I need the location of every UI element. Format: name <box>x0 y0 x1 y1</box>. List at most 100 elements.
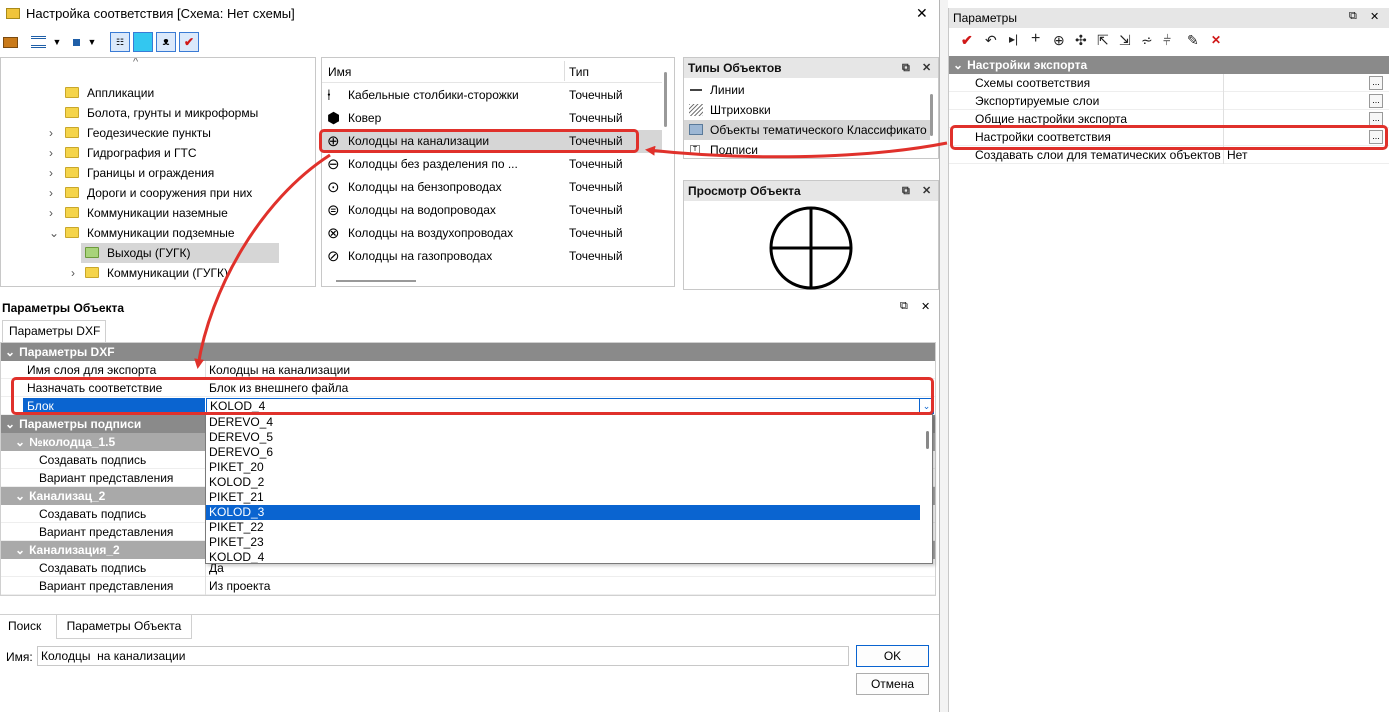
expand-icon[interactable]: › <box>49 143 53 163</box>
tree-item-label: Коммуникации наземные <box>87 206 228 220</box>
tree-item[interactable]: Аппликации <box>1 83 315 103</box>
dropdown-option[interactable]: PIKET_20 <box>206 460 920 475</box>
restore-icon[interactable]: ⧉ <box>902 59 910 77</box>
list-view-icon[interactable] <box>28 32 48 52</box>
dropdown-option[interactable]: PIKET_22 <box>206 520 920 535</box>
collapse-icon[interactable]: ⌄ <box>1 345 19 359</box>
object-type-item[interactable]: Штриховки <box>684 100 930 120</box>
select-cursor-icon[interactable]: ⇱ <box>1097 32 1109 49</box>
vertical-scrollbar[interactable] <box>664 72 667 127</box>
expand-icon[interactable]: › <box>49 123 53 143</box>
column-header-name[interactable]: Имя <box>328 65 351 79</box>
group-export-settings[interactable]: ⌄ Настройки экспорта <box>949 56 1389 74</box>
eyedropper-icon[interactable]: ✎ <box>1187 32 1199 49</box>
vertical-scrollbar[interactable] <box>926 431 929 449</box>
undo-icon[interactable]: ↶ <box>985 32 997 49</box>
restore-icon[interactable]: ⧉ <box>900 300 908 313</box>
object-row[interactable]: ⊙ Колодцы на бензопроводах Точечный <box>322 176 662 199</box>
object-row[interactable]: ⍿ Кабельные столбики-сторожки Точечный <box>322 84 662 107</box>
tree-item[interactable]: Болота, грунты и микроформы <box>1 103 315 123</box>
dropdown-arrow-icon[interactable]: ▼ <box>47 32 67 52</box>
dropdown-option[interactable]: KOLOD_3 <box>206 505 920 520</box>
line-icon <box>690 89 702 91</box>
expand-icon[interactable]: ⌄ <box>49 223 59 243</box>
collapse-icon[interactable]: ⌄ <box>1 417 19 431</box>
block-dropdown-list[interactable]: DEREVO_4 DEREVO_5 DEREVO_6 PIKET_20 KOLOD_2 P… <box>205 414 933 564</box>
object-row[interactable]: ⬢ Ковер Точечный <box>322 107 662 130</box>
restore-icon[interactable]: ⧉ <box>902 182 910 200</box>
align-icon[interactable]: ⩫ <box>1141 32 1153 49</box>
collapse-icon[interactable]: ⌄ <box>1 489 29 503</box>
collapse-icon[interactable]: ⌄ <box>1 435 29 449</box>
column-header-type[interactable]: Тип <box>569 65 589 79</box>
expand-icon[interactable]: › <box>71 263 75 283</box>
collapse-icon[interactable]: ⌄ <box>949 58 967 72</box>
scroll-up-icon[interactable]: ^ <box>133 58 138 68</box>
folder-icon <box>65 147 79 158</box>
binoculars-icon[interactable]: ᴥ <box>156 32 176 52</box>
tab-dxf-params[interactable]: Параметры DXF <box>2 320 106 342</box>
close-button[interactable]: ✕ <box>916 5 928 22</box>
close-icon[interactable]: ✕ <box>1370 10 1379 23</box>
panel-view-icon[interactable] <box>133 32 153 52</box>
dropdown-option[interactable]: KOLOD_2 <box>206 475 920 490</box>
ok-button[interactable]: OK <box>856 645 929 667</box>
dropdown-option[interactable]: KOLOD_4 <box>206 550 920 563</box>
cancel-button[interactable]: Отмена <box>856 673 929 695</box>
object-type-item[interactable]: Линии <box>684 80 930 100</box>
vertical-scrollbar[interactable] <box>930 94 933 136</box>
expand-icon[interactable]: › <box>49 163 53 183</box>
folder-icon <box>65 127 79 138</box>
check-icon[interactable]: ✔ <box>179 32 199 52</box>
dropdown-option[interactable]: PIKET_23 <box>206 535 920 550</box>
delete-icon[interactable]: ✕ <box>1211 33 1221 47</box>
plus-icon[interactable]: + <box>1031 30 1040 48</box>
dropdown-option[interactable]: PIKET_21 <box>206 490 920 505</box>
ellipsis-button[interactable]: ... <box>1369 76 1383 90</box>
split-icon[interactable]: ⫩ <box>1163 32 1171 49</box>
expand-icon[interactable]: › <box>49 183 53 203</box>
tab-object-params[interactable]: Параметры Объекта <box>56 615 192 639</box>
check-icon[interactable]: ✔ <box>961 32 973 49</box>
dropdown-arrow-icon[interactable]: ▼ <box>82 32 102 52</box>
tree-item[interactable]: › Гидрография и ГТС <box>1 143 315 163</box>
dropdown-option[interactable]: DEREVO_5 <box>206 430 920 445</box>
move-point-icon[interactable]: ✣ <box>1075 32 1087 49</box>
group-dxf-params[interactable]: ⌄ Параметры DXF <box>1 343 935 361</box>
dropdown-option[interactable]: DEREVO_6 <box>206 445 920 460</box>
object-row[interactable]: ⊖ Колодцы без разделения по ... Точечный <box>322 153 662 176</box>
expand-icon[interactable]: › <box>49 203 53 223</box>
tree-item[interactable]: ⌄ Коммуникации подземные <box>1 223 315 243</box>
dropdown-option[interactable]: DEREVO_4 <box>206 415 920 430</box>
tree-item[interactable]: Выходы (ГУГК) <box>81 243 279 263</box>
name-input[interactable] <box>37 646 849 666</box>
tree-item[interactable]: › Дороги и сооружения при них <box>1 183 315 203</box>
object-row[interactable]: ⊘ Колодцы на газопроводах Точечный <box>322 245 662 268</box>
object-row[interactable]: ⊗ Колодцы на воздухопроводах Точечный <box>322 222 662 245</box>
tree-item[interactable]: › Коммуникации наземные <box>1 203 315 223</box>
tree-view-icon[interactable]: ☷ <box>110 32 130 52</box>
ellipsis-button[interactable]: ... <box>1369 112 1383 126</box>
crosshair-icon[interactable]: ⊕ <box>1053 32 1065 49</box>
horizontal-scrollbar[interactable] <box>336 280 416 282</box>
object-row[interactable]: ⊜ Колодцы на водопроводах Точечный <box>322 199 662 222</box>
object-type: Точечный <box>569 249 623 263</box>
step-forward-icon[interactable]: ▸| <box>1009 32 1018 46</box>
restore-icon[interactable]: ⧉ <box>1349 10 1357 23</box>
close-icon[interactable]: ✕ <box>922 59 931 77</box>
tree-item[interactable]: › Границы и ограждения <box>1 163 315 183</box>
object-type-item[interactable]: Объекты тематического Классификато <box>684 120 930 140</box>
object-type-item[interactable]: T Подписи <box>684 140 930 158</box>
export-setting-row[interactable]: Схемы соответствия... <box>949 74 1389 92</box>
close-icon[interactable]: ✕ <box>921 300 930 313</box>
close-icon[interactable]: ✕ <box>922 182 931 200</box>
tree-item[interactable]: › Геодезические пункты <box>1 123 315 143</box>
collapse-icon[interactable]: ⌄ <box>1 543 29 557</box>
row-variant[interactable]: Вариант представления Из проекта <box>1 577 935 595</box>
back-folder-icon[interactable] <box>0 32 20 52</box>
text-cursor-icon[interactable]: ⇲ <box>1119 32 1131 49</box>
tree-item[interactable]: › Коммуникации (ГУГК) <box>1 263 315 283</box>
ellipsis-button[interactable]: ... <box>1369 94 1383 108</box>
tab-search[interactable]: Поиск <box>8 619 41 633</box>
export-setting-row[interactable]: Экспортируемые слои... <box>949 92 1389 110</box>
